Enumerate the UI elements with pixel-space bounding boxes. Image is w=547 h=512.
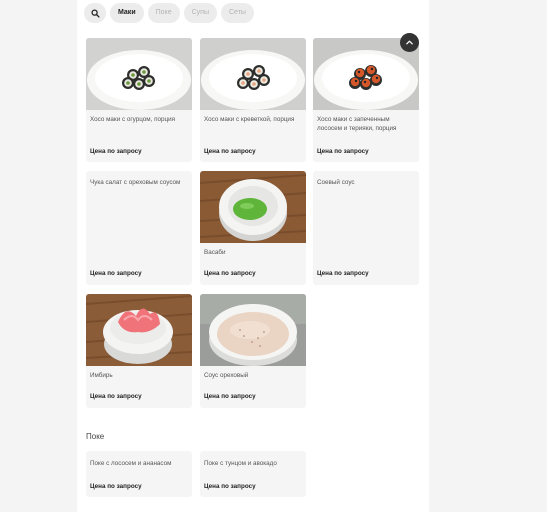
product-card[interactable]: Поке с тунцом и авокадо Цена по запросу	[200, 451, 306, 497]
nut-sauce-photo	[200, 294, 306, 366]
product-name: Поке с тунцом и авокадо	[204, 460, 277, 467]
tab-maki[interactable]: Маки	[110, 3, 144, 23]
product-card[interactable]: Поке с лососем и ананасом Цена по запрос…	[86, 451, 192, 497]
product-name: Хосо маки с запеченным лососем и терияки…	[317, 116, 397, 132]
product-card[interactable]: Хосо маки с запеченным лососем и терияки…	[313, 38, 419, 162]
search-icon	[90, 8, 100, 18]
product-name: Хосо маки с огурцом, порция	[90, 116, 176, 123]
product-name: Хосо маки с креветкой, порция	[204, 116, 295, 123]
wasabi-photo	[200, 171, 306, 243]
product-price: Цена по запросу	[317, 270, 369, 277]
chevron-up-icon	[406, 40, 413, 45]
product-price: Цена по запросу	[90, 393, 142, 400]
product-card[interactable]: Хосо маки с креветкой, порция Цена по за…	[200, 38, 306, 162]
product-price: Цена по запросу	[90, 483, 142, 490]
cucumber-maki-photo	[86, 38, 192, 110]
product-price: Цена по запросу	[204, 393, 256, 400]
category-tabs: Маки Поке Супы Сеты	[84, 3, 254, 23]
product-name: Соус ореховый	[204, 372, 249, 379]
product-card[interactable]: Чука салат с ореховым соусом Цена по зап…	[86, 171, 192, 285]
product-card[interactable]: Имбирь Цена по запросу	[86, 294, 192, 408]
product-price: Цена по запросу	[90, 148, 142, 155]
product-name: Имбирь	[90, 372, 113, 379]
scroll-top-button[interactable]	[400, 33, 419, 52]
ginger-photo	[86, 294, 192, 366]
search-button[interactable]	[84, 3, 106, 23]
product-card[interactable]: Хосо маки с огурцом, порция Цена по запр…	[86, 38, 192, 162]
product-name: Чука салат с ореховым соусом	[90, 179, 181, 186]
product-price: Цена по запросу	[317, 148, 369, 155]
product-price: Цена по запросу	[204, 148, 256, 155]
tab-sets[interactable]: Сеты	[220, 3, 254, 23]
product-card[interactable]: Васаби Цена по запросу	[200, 171, 306, 285]
product-card[interactable]: Соус ореховый Цена по запросу	[200, 294, 306, 408]
product-price: Цена по запросу	[204, 270, 256, 277]
product-name: Поке с лососем и ананасом	[90, 460, 172, 467]
product-price: Цена по запросу	[90, 270, 142, 277]
catalog-page: Маки Поке Супы Сеты Хосо маки с огурцом,…	[77, 0, 429, 512]
shrimp-maki-photo	[200, 38, 306, 110]
product-name: Соевый соус	[317, 179, 355, 186]
product-name: Васаби	[204, 249, 226, 256]
tab-soups[interactable]: Супы	[183, 3, 217, 23]
product-card[interactable]: Соевый соус Цена по запросу	[313, 171, 419, 285]
tab-poke[interactable]: Поке	[147, 3, 180, 23]
product-price: Цена по запросу	[204, 483, 256, 490]
section-title-poke: Поке	[86, 432, 105, 441]
